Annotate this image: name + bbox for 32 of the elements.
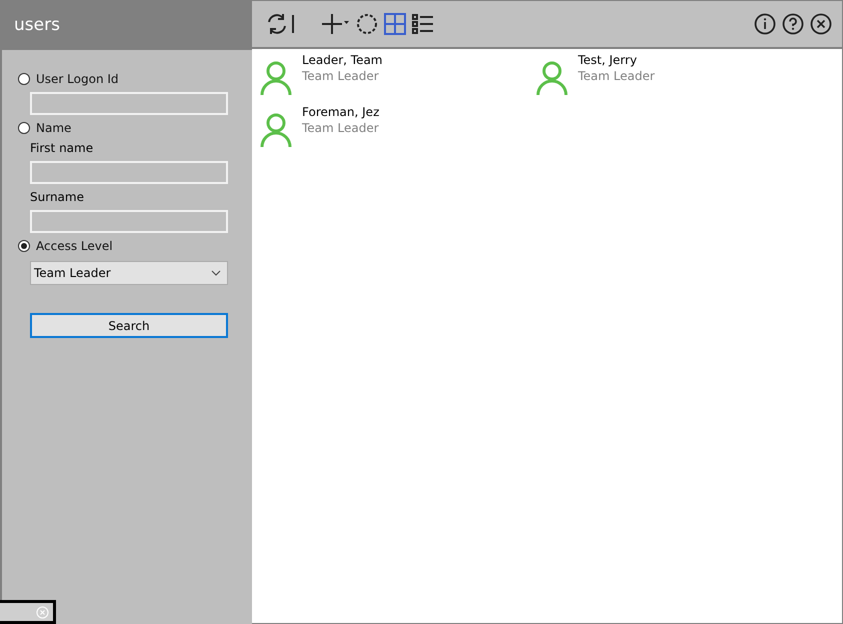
dashed-circle-icon[interactable]	[356, 13, 378, 35]
panel-title: users	[14, 15, 60, 35]
add-icon[interactable]	[322, 12, 350, 36]
field-label: First name	[30, 141, 94, 155]
radio-button[interactable]	[18, 73, 30, 85]
option-label: User Logon Id	[36, 72, 119, 86]
person-icon	[260, 61, 292, 95]
refresh-icon[interactable]	[266, 12, 296, 36]
grid-view-icon[interactable]	[384, 13, 406, 35]
info-icon[interactable]	[754, 13, 776, 35]
access-level-dropdown[interactable]: Team Leader	[30, 261, 228, 285]
input-field[interactable]	[30, 210, 228, 233]
field-label: Surname	[30, 190, 85, 204]
user-name[interactable]: Test, Jerry	[578, 53, 655, 67]
user-name[interactable]: Foreman, Jez	[302, 105, 380, 119]
user-role: Team Leader	[578, 69, 655, 83]
option-label: Name	[36, 121, 72, 135]
list-view-icon[interactable]	[412, 13, 434, 35]
chevron-icon	[211, 270, 221, 276]
radio-button[interactable]	[18, 122, 30, 134]
person-icon	[536, 61, 568, 95]
search-button[interactable]: Search	[30, 313, 228, 338]
help-icon[interactable]	[782, 13, 804, 35]
close-icon[interactable]	[810, 13, 832, 35]
user-role: Team Leader	[302, 69, 380, 83]
input-field[interactable]	[30, 161, 228, 184]
radio-button[interactable]	[18, 240, 30, 252]
user-name[interactable]: Leader, Team	[302, 53, 382, 67]
user-role: Team Leader	[302, 121, 380, 135]
person-icon	[260, 113, 292, 147]
input-field[interactable]	[30, 92, 228, 115]
option-label: Access Level	[36, 239, 113, 253]
